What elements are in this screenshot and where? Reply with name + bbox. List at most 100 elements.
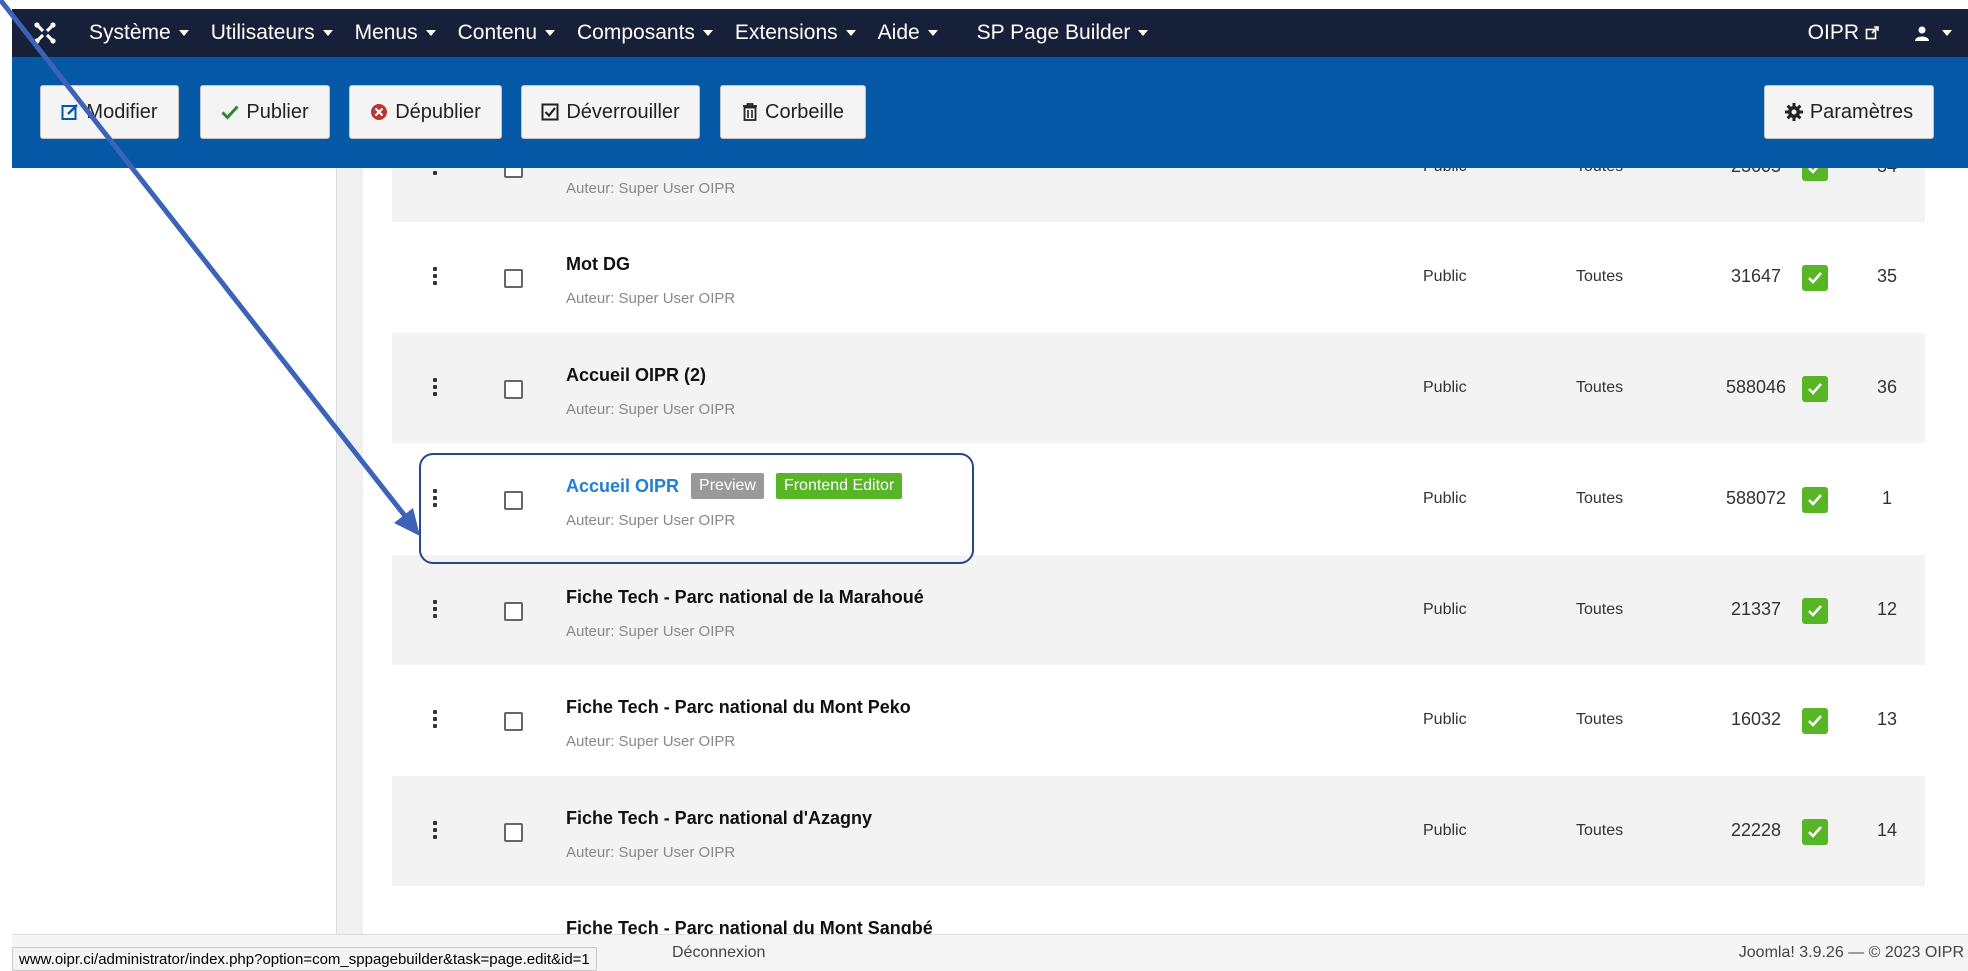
- checkbox-icon: [541, 103, 559, 121]
- logout-link[interactable]: Déconnexion: [672, 944, 765, 962]
- row-checkbox[interactable]: [504, 269, 523, 288]
- depublier-label: Dépublier: [395, 100, 481, 123]
- corbeille-label: Corbeille: [765, 100, 844, 123]
- drag-handle-icon[interactable]: [432, 821, 438, 839]
- drag-handle-icon[interactable]: [432, 267, 438, 285]
- nav-menu-label: Extensions: [734, 21, 838, 44]
- drag-handle-icon[interactable]: [432, 378, 438, 396]
- nav-menu-label: Composants: [577, 21, 695, 44]
- publier-button[interactable]: Publier: [200, 85, 330, 139]
- nav-menu-extensions[interactable]: Extensions: [724, 9, 867, 57]
- nav-menu-label: Système: [89, 21, 171, 44]
- table-row[interactable]: Fiche Tech - Parc national d'Azagny Aute…: [392, 776, 1925, 886]
- parametres-button[interactable]: Paramètres: [1764, 85, 1934, 139]
- frontend-editor-badge[interactable]: Frontend Editor: [775, 473, 903, 499]
- published-status-icon[interactable]: [1802, 708, 1828, 734]
- caret-down-icon: [927, 30, 938, 36]
- trash-icon: [742, 103, 758, 121]
- nav-menu-sp-page-builder[interactable]: SP Page Builder: [949, 9, 1161, 57]
- row-author: Auteur: Super User OIPR: [566, 733, 736, 750]
- row-access: Public: [1423, 601, 1467, 618]
- row-language: Toutes: [1576, 379, 1624, 396]
- user-menu[interactable]: [1890, 9, 1968, 57]
- table-row[interactable]: Fiche Tech - Parc national du Mont Sangb…: [392, 886, 1925, 936]
- row-checkbox[interactable]: [504, 602, 523, 621]
- row-title: Accueil OIPR Preview Frontend Editor: [566, 473, 903, 499]
- row-author: Auteur: Super User OIPR: [566, 180, 736, 197]
- row-language: Toutes: [1576, 822, 1624, 839]
- row-title-text: Mot DG: [566, 254, 630, 274]
- table-row[interactable]: Fiche Tech - Parc national de la Marahou…: [392, 555, 1925, 665]
- row-title[interactable]: Mot DG: [566, 254, 630, 275]
- site-link[interactable]: OIPR: [1797, 9, 1890, 57]
- caret-down-icon: [702, 30, 713, 36]
- row-title-text: Fiche Tech - Parc national de la Marahou…: [566, 587, 924, 607]
- published-status-icon[interactable]: [1802, 376, 1828, 402]
- nav-menu-utilisateurs[interactable]: Utilisateurs: [200, 9, 344, 57]
- check-icon: [221, 104, 239, 120]
- row-language: Toutes: [1576, 711, 1624, 728]
- copyright-text: Joomla! 3.9.26 — © 2023 OIPR: [1738, 944, 1964, 961]
- row-title-text: Fiche Tech - Parc national d'Azagny: [566, 808, 873, 828]
- row-title[interactable]: Accueil OIPR (2): [566, 365, 706, 386]
- sidebar: [0, 168, 337, 936]
- nav-menu-label: Menus: [354, 21, 418, 44]
- row-id: 14: [1876, 820, 1898, 840]
- row-checkbox[interactable]: [504, 823, 523, 842]
- row-title[interactable]: Fiche Tech - Parc national du Mont Peko: [566, 697, 911, 718]
- status-bar-url: www.oipr.ci/administrator/index.php?opti…: [12, 947, 597, 971]
- nav-menu-label: Utilisateurs: [210, 21, 315, 44]
- publier-label: Publier: [246, 100, 309, 123]
- admin-navbar: Système Utilisateurs Menus Contenu Compo…: [12, 9, 1968, 57]
- row-access: Public: [1423, 490, 1467, 507]
- caret-down-icon: [545, 30, 556, 36]
- nav-menu-menus[interactable]: Menus: [344, 9, 447, 57]
- nav-menu-label: Contenu: [457, 21, 538, 44]
- drag-handle-icon[interactable]: [432, 600, 438, 618]
- drag-handle-icon[interactable]: [432, 489, 438, 507]
- nav-menu-systeme[interactable]: Système: [78, 9, 200, 57]
- navbar-right: OIPR: [1797, 9, 1968, 57]
- table-row[interactable]: Accueil OIPR Preview Frontend Editor Aut…: [392, 444, 1925, 554]
- deverrouiller-label: Déverrouiller: [566, 100, 680, 123]
- nav-menu-contenu[interactable]: Contenu: [447, 9, 566, 57]
- joomla-logo-icon[interactable]: [12, 9, 78, 57]
- row-author: Auteur: Super User OIPR: [566, 290, 736, 307]
- row-title[interactable]: Fiche Tech - Parc national de la Marahou…: [566, 587, 924, 608]
- nav-menu-composants[interactable]: Composants: [566, 9, 724, 57]
- depublier-button[interactable]: Dépublier: [349, 85, 502, 139]
- row-checkbox[interactable]: [504, 380, 523, 399]
- drag-handle-icon[interactable]: [432, 710, 438, 728]
- row-author: Auteur: Super User OIPR: [566, 512, 736, 529]
- row-checkbox[interactable]: [504, 712, 523, 731]
- site-link-label: OIPR: [1807, 21, 1859, 44]
- row-title-text: Fiche Tech - Parc national du Mont Peko: [566, 697, 911, 717]
- row-language: Toutes: [1576, 490, 1624, 507]
- row-checkbox[interactable]: [504, 491, 523, 510]
- row-title[interactable]: Fiche Tech - Parc national d'Azagny: [566, 808, 872, 829]
- row-title-link[interactable]: Accueil OIPR: [566, 476, 679, 497]
- published-status-icon[interactable]: [1802, 487, 1828, 513]
- nav-menu-aide[interactable]: Aide: [867, 9, 949, 57]
- nav-menu-label: Aide: [877, 21, 920, 44]
- row-author: Auteur: Super User OIPR: [566, 844, 736, 861]
- row-id: 1: [1881, 488, 1892, 508]
- published-status-icon[interactable]: [1802, 819, 1828, 845]
- row-id: 13: [1876, 709, 1898, 729]
- modifier-label: Modifier: [86, 100, 158, 123]
- table-row[interactable]: Accueil OIPR (2) Auteur: Super User OIPR…: [392, 333, 1925, 443]
- caret-down-icon: [1942, 30, 1952, 36]
- published-status-icon[interactable]: [1802, 598, 1828, 624]
- table-row[interactable]: Fiche Tech - Parc national du Mont Peko …: [392, 665, 1925, 775]
- row-author: Auteur: Super User OIPR: [566, 623, 736, 640]
- table-row[interactable]: Mot DG Auteur: Super User OIPR Public To…: [392, 222, 1925, 332]
- row-id: 12: [1876, 599, 1898, 619]
- external-link-icon: [1865, 26, 1879, 40]
- published-status-icon[interactable]: [1802, 265, 1828, 291]
- corbeille-button[interactable]: Corbeille: [720, 85, 866, 139]
- deverrouiller-button[interactable]: Déverrouiller: [521, 85, 700, 139]
- window-top-edge: [0, 0, 1968, 9]
- parametres-label: Paramètres: [1809, 100, 1914, 123]
- preview-badge[interactable]: Preview: [691, 473, 764, 499]
- modifier-button[interactable]: Modifier: [40, 85, 179, 139]
